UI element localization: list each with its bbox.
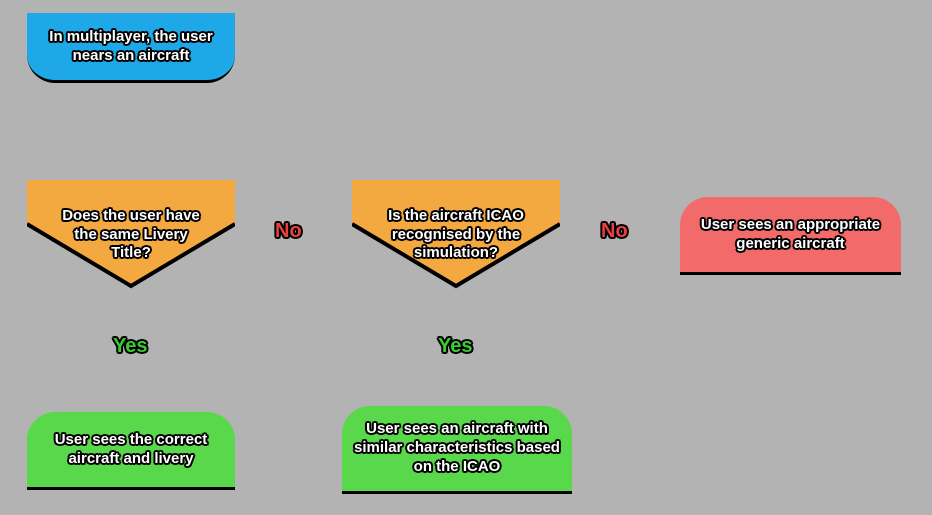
decision-livery-label: Does the user have the same Livery Title… [39, 207, 223, 263]
edge-no-2: No [601, 220, 628, 243]
decision-icao: Is the aircraft ICAO recognised by the s… [352, 180, 560, 290]
start-label: In multiplayer, the user nears an aircra… [39, 28, 223, 66]
start-node: In multiplayer, the user nears an aircra… [27, 13, 235, 83]
outcome-correct-label: User sees the correct aircraft and liver… [39, 431, 223, 469]
outcome-generic: User sees an appropriate generic aircraf… [680, 197, 901, 275]
edge-yes-2: Yes [438, 335, 472, 358]
outcome-generic-label: User sees an appropriate generic aircraf… [692, 216, 889, 254]
outcome-correct: User sees the correct aircraft and liver… [27, 412, 235, 490]
outcome-similar-label: User sees an aircraft with similar chara… [354, 420, 560, 476]
decision-icao-label: Is the aircraft ICAO recognised by the s… [364, 207, 548, 263]
outcome-similar: User sees an aircraft with similar chara… [342, 406, 572, 494]
edge-no-1: No [275, 220, 302, 243]
edge-yes-1: Yes [113, 335, 147, 358]
decision-livery-title: Does the user have the same Livery Title… [27, 180, 235, 290]
